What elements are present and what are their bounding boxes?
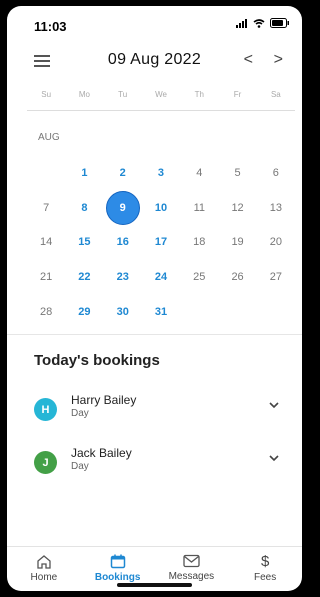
calendar-day[interactable]: 20	[257, 225, 295, 260]
weekday-label: Fr	[233, 90, 242, 99]
bookings-section-title: Today's bookings	[34, 352, 160, 369]
booking-type: Day	[71, 408, 89, 419]
chevron-down-icon[interactable]	[268, 454, 280, 462]
calendar-day[interactable]: 4	[180, 156, 218, 191]
weekday-label: Su	[41, 90, 52, 99]
calendar-day[interactable]: 6	[257, 156, 295, 191]
calendar-day[interactable]: 28	[27, 294, 65, 329]
calendar-empty-cell	[218, 294, 256, 329]
status-bar: 11:03	[7, 6, 302, 42]
calendar-day[interactable]: 10	[142, 191, 180, 226]
weekday-label: Mo	[78, 90, 90, 99]
weekday-label: We	[155, 90, 167, 99]
booking-item[interactable]: J Jack Bailey Day	[7, 446, 302, 486]
calendar-day[interactable]: 3	[142, 156, 180, 191]
tab-label: Bookings	[94, 572, 141, 583]
calendar-day[interactable]: 27	[257, 260, 295, 295]
selected-day-number: 9	[105, 190, 140, 225]
calendar-day[interactable]: 2	[104, 156, 142, 191]
mail-icon	[183, 554, 200, 568]
chevron-down-icon[interactable]	[268, 401, 280, 409]
battery-icon	[270, 18, 289, 28]
tab-home[interactable]: Home	[7, 547, 81, 591]
status-icons	[236, 18, 290, 28]
app-header: 09 Aug 2022 < >	[7, 46, 302, 76]
tab-label: Fees	[254, 572, 277, 583]
previous-month-button[interactable]: <	[244, 51, 253, 69]
status-time: 11:03	[34, 19, 67, 34]
calendar-day[interactable]: 1	[65, 156, 103, 191]
calendar-day[interactable]: 26	[218, 260, 256, 295]
calendar-day-selected[interactable]: 9	[104, 190, 142, 226]
tab-fees[interactable]: $ Fees	[228, 547, 302, 591]
tab-label: Home	[30, 572, 58, 583]
calendar-icon	[110, 554, 125, 569]
calendar-day[interactable]: 13	[257, 191, 295, 226]
calendar-day[interactable]: 5	[218, 156, 256, 191]
selected-date-title: 09 Aug 2022	[107, 51, 202, 68]
calendar-day[interactable]: 23	[104, 260, 142, 295]
calendar-day[interactable]: 19	[218, 225, 256, 260]
month-label: AUG	[38, 132, 60, 143]
calendar-empty-cell	[180, 294, 218, 329]
wifi-icon	[253, 18, 265, 28]
avatar: H	[34, 398, 57, 421]
weekday-label: Sa	[270, 90, 281, 99]
calendar-day[interactable]: 17	[142, 225, 180, 260]
calendar-day[interactable]: 16	[104, 225, 142, 260]
phone-screen: 11:03 09 Aug 2022 < > Su Mo Tu We Th Fr …	[7, 6, 302, 591]
calendar-empty-cell	[27, 156, 65, 191]
booking-type: Day	[71, 461, 89, 472]
calendar-day[interactable]: 8	[65, 191, 103, 226]
home-icon	[37, 555, 51, 569]
booking-item[interactable]: H Harry Bailey Day	[7, 393, 302, 433]
booking-child-name: Harry Bailey	[71, 393, 137, 407]
calendar-day[interactable]: 15	[65, 225, 103, 260]
calendar-day[interactable]: 25	[180, 260, 218, 295]
calendar-day[interactable]: 22	[65, 260, 103, 295]
calendar-day[interactable]: 7	[27, 191, 65, 226]
home-indicator	[117, 583, 192, 587]
weekday-label: Th	[194, 90, 204, 99]
calendar-day[interactable]: 12	[218, 191, 256, 226]
weekday-header: Su Mo Tu We Th Fr Sa	[27, 90, 295, 99]
divider	[7, 334, 302, 335]
calendar-grid: 1 2 3 4 5 6 7 8 9 10 11 12 13 14 15 16 17 18 19 20 21 22 23 24 2…	[27, 156, 295, 329]
booking-child-name: Jack Bailey	[71, 446, 132, 460]
calendar-day[interactable]: 24	[142, 260, 180, 295]
divider	[27, 110, 295, 111]
next-month-button[interactable]: >	[274, 51, 283, 69]
signal-icon	[236, 18, 247, 28]
calendar-day[interactable]: 31	[142, 294, 180, 329]
weekday-label: Tu	[118, 90, 128, 99]
dollar-icon: $	[260, 553, 270, 570]
tab-label: Messages	[168, 571, 215, 582]
avatar: J	[34, 451, 57, 474]
calendar-empty-cell	[257, 294, 295, 329]
calendar-day[interactable]: 11	[180, 191, 218, 226]
calendar-day[interactable]: 21	[27, 260, 65, 295]
calendar-day[interactable]: 30	[104, 294, 142, 329]
calendar-day[interactable]: 18	[180, 225, 218, 260]
calendar-day[interactable]: 14	[27, 225, 65, 260]
calendar-day[interactable]: 29	[65, 294, 103, 329]
